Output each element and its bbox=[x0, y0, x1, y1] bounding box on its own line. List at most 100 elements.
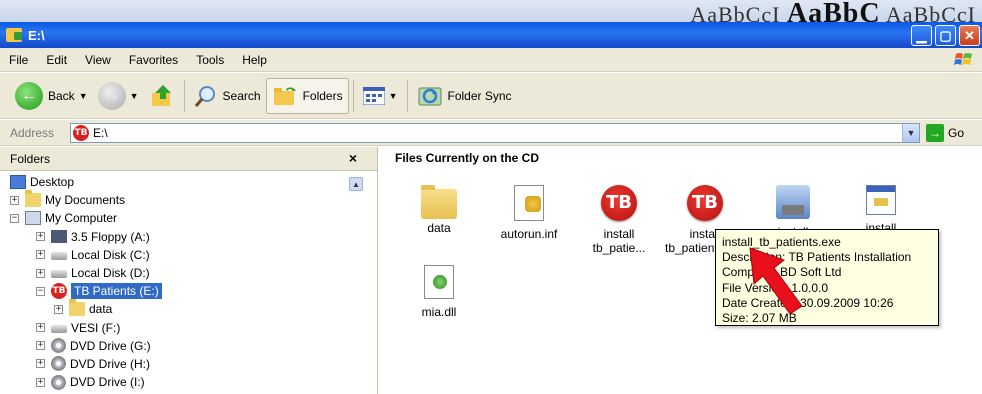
dvd-icon bbox=[51, 374, 66, 390]
menu-tools[interactable]: Tools bbox=[187, 53, 233, 67]
tb-badge-icon: TB bbox=[73, 125, 89, 141]
win-file-icon bbox=[866, 185, 896, 215]
tooltip-company: Company: BD Soft Ltd bbox=[722, 265, 842, 280]
desktop-icon bbox=[10, 175, 26, 190]
folders-pane-header: Folders × bbox=[0, 147, 377, 171]
folder-tree-label: VESI (F:) bbox=[71, 320, 121, 335]
file-item[interactable]: mia.dll bbox=[399, 265, 479, 319]
up-folder-button[interactable] bbox=[144, 78, 180, 114]
address-dropdown-button[interactable]: ▼ bbox=[902, 124, 919, 142]
back-label: Back bbox=[48, 88, 75, 103]
close-icon: ✕ bbox=[964, 27, 975, 43]
folder-tree-label: TB Patients (E:) bbox=[71, 283, 162, 300]
folder-tree-item[interactable]: − My Computer bbox=[0, 209, 377, 227]
dropdown-arrow-icon: ▼ bbox=[388, 90, 398, 101]
expand-icon[interactable]: + bbox=[36, 377, 45, 387]
folder-tree-label: Local Disk (C:) bbox=[71, 247, 150, 262]
folder-tree-label: My Documents bbox=[45, 193, 126, 208]
folders-pane-close-button[interactable]: × bbox=[349, 150, 357, 166]
expand-icon[interactable]: + bbox=[54, 304, 63, 314]
file-info-tooltip: install_tb_patients.exe Description: TB … bbox=[715, 229, 939, 326]
background-window-strip: AaBbCcI AaBbC AaBbCcI bbox=[0, 0, 982, 22]
folders-button[interactable]: Folders bbox=[265, 77, 349, 114]
folder-tree-item[interactable]: Desktop bbox=[0, 173, 377, 191]
menu-edit[interactable]: Edit bbox=[37, 53, 76, 67]
folder-tree-item[interactable]: + DVD Drive (G:) bbox=[0, 337, 377, 355]
forward-button[interactable]: → ▼ bbox=[93, 78, 144, 114]
expand-icon[interactable]: + bbox=[10, 195, 19, 205]
expand-icon[interactable]: + bbox=[36, 323, 45, 333]
folder-tree-item[interactable]: + DVD Drive (I:) bbox=[0, 373, 377, 391]
go-label: Go bbox=[948, 126, 965, 140]
expand-icon[interactable]: + bbox=[36, 268, 45, 278]
folders-pane: Folders × ▲ Desktop + My Documents − My Comp… bbox=[0, 147, 378, 394]
menu-favorites[interactable]: Favorites bbox=[120, 53, 187, 67]
expand-icon[interactable]: + bbox=[36, 359, 45, 369]
views-icon bbox=[362, 86, 385, 105]
background-text: AaBbCcI AaBbC AaBbCcI bbox=[690, 0, 976, 22]
file-name: install bbox=[603, 227, 635, 241]
folder-tree-label: DVD Drive (G:) bbox=[70, 338, 151, 353]
tooltip-filename: install_tb_patients.exe bbox=[722, 235, 841, 249]
folder-tree-item[interactable]: + My Documents bbox=[0, 190, 377, 209]
folder-sync-label: Folder Sync bbox=[447, 88, 512, 103]
my-computer-icon bbox=[25, 211, 41, 226]
expand-icon[interactable]: + bbox=[36, 250, 45, 260]
folder-tree-item[interactable]: +3.5 Floppy (A:) bbox=[0, 228, 377, 246]
search-label: Search bbox=[222, 88, 261, 103]
hard-disk-icon bbox=[51, 324, 67, 333]
expand-icon[interactable]: + bbox=[36, 341, 45, 351]
chevron-down-icon: ▼ bbox=[906, 128, 916, 138]
folders-label: Folders bbox=[302, 88, 343, 103]
hard-disk-icon bbox=[51, 251, 67, 260]
tooltip-file-version: File Version: 1.0.0.0 bbox=[722, 280, 829, 295]
folder-tree-label: DVD Drive (H:) bbox=[70, 356, 150, 371]
folder-tree-label: Local Disk (D:) bbox=[71, 266, 150, 281]
search-button[interactable]: Search bbox=[189, 78, 266, 114]
file-name: autorun.inf bbox=[500, 227, 558, 241]
tooltip-description: Description: TB Patients Installation bbox=[722, 250, 912, 265]
maximize-button[interactable]: ▢ bbox=[935, 25, 956, 46]
files-pane-title: Files Currently on the CD bbox=[395, 151, 540, 165]
folder-tree-item[interactable]: + data bbox=[0, 299, 377, 318]
dropdown-arrow-icon: ▼ bbox=[129, 90, 139, 101]
collapse-icon[interactable]: − bbox=[10, 213, 19, 223]
file-item[interactable]: TB install tb_patie... bbox=[579, 185, 659, 255]
dropdown-arrow-icon: ▼ bbox=[78, 90, 88, 101]
toolbar: ← Back ▼ → ▼ Search Folders ▼ Folder Syn… bbox=[0, 73, 982, 119]
minimize-icon: ▁ bbox=[916, 27, 927, 43]
folder-tree-item[interactable]: + VESI (F:) bbox=[0, 319, 377, 337]
tooltip-date-created: Date Created: 30.09.2009 10:26 bbox=[722, 295, 894, 310]
file-item[interactable]: data bbox=[399, 185, 479, 235]
views-button[interactable]: ▼ bbox=[358, 78, 403, 114]
file-item[interactable]: install bbox=[841, 185, 921, 235]
expand-icon[interactable]: + bbox=[36, 232, 45, 242]
folder-tree: Desktop + My Documents − My Computer +3.5 Flo… bbox=[0, 171, 377, 391]
menu-file[interactable]: File bbox=[0, 53, 37, 67]
tooltip-size: Size: 2.07 MB bbox=[722, 311, 797, 326]
minimize-button[interactable]: ▁ bbox=[911, 25, 932, 46]
title-bar[interactable]: E:\ ▁ ▢ ✕ bbox=[0, 22, 982, 48]
folder-sync-icon bbox=[418, 87, 441, 105]
close-button[interactable]: ✕ bbox=[959, 25, 980, 46]
dll-file-icon bbox=[424, 265, 454, 299]
toolbar-separator bbox=[352, 79, 354, 112]
folder-tree-item[interactable]: + DVD Drive (H:) bbox=[0, 355, 377, 373]
folder-tree-item[interactable]: + Local Disk (C:) bbox=[0, 246, 377, 264]
file-item[interactable]: autorun.inf bbox=[489, 185, 569, 241]
go-arrow-icon: → bbox=[926, 124, 944, 142]
folder-tree-item[interactable]: + Local Disk (D:) bbox=[0, 264, 377, 282]
address-value: E:\ bbox=[93, 126, 108, 140]
tb-badge-icon: TB bbox=[601, 185, 637, 221]
folder-tree-item[interactable]: − TB TB Patients (E:) bbox=[0, 282, 377, 300]
dvd-icon bbox=[51, 356, 66, 372]
explorer-folder-icon bbox=[6, 28, 22, 42]
folder-sync-button[interactable]: Folder Sync bbox=[412, 78, 517, 114]
menu-help[interactable]: Help bbox=[233, 53, 276, 67]
go-button[interactable]: → Go bbox=[926, 124, 964, 142]
back-button[interactable]: ← Back ▼ bbox=[10, 78, 93, 114]
menu-view[interactable]: View bbox=[76, 53, 120, 67]
address-input[interactable]: TB E:\ ▼ bbox=[70, 123, 920, 143]
collapse-icon[interactable]: − bbox=[36, 286, 45, 296]
setup-file-icon bbox=[776, 185, 810, 219]
